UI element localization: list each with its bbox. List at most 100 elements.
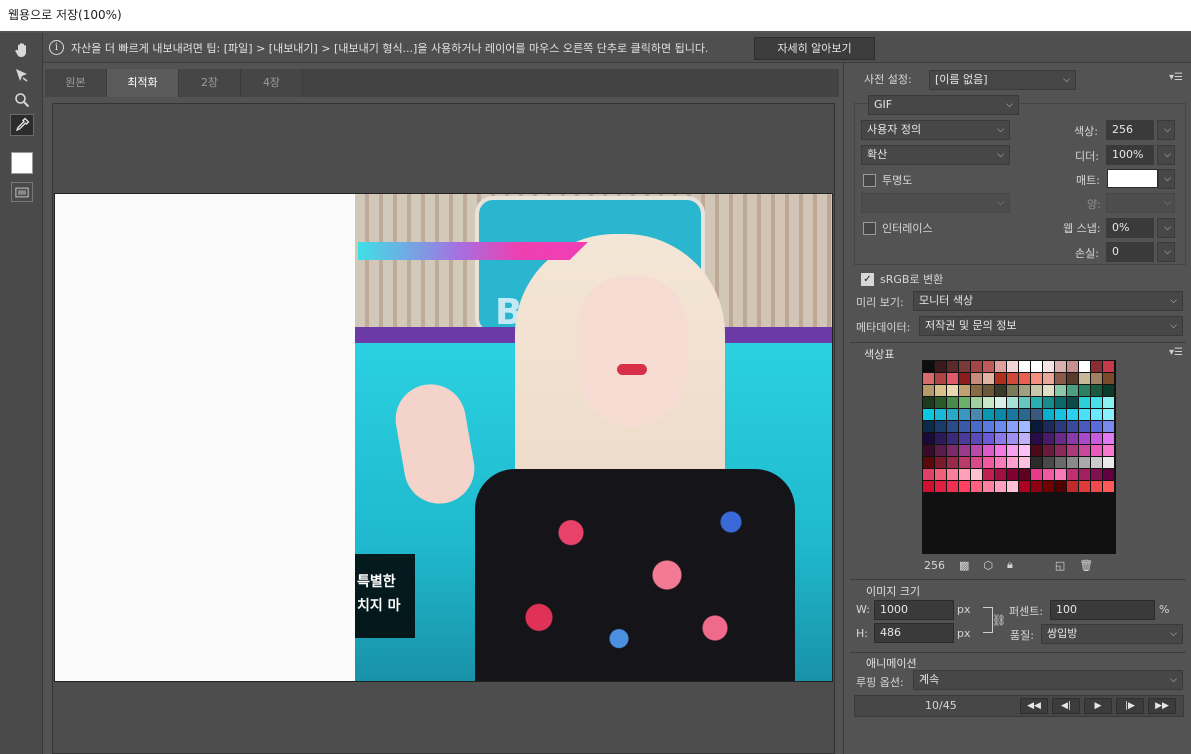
color-swatch[interactable] [1007,445,1018,456]
color-swatch[interactable] [995,481,1006,492]
color-swatch[interactable] [1067,433,1078,444]
color-swatch[interactable] [1103,421,1114,432]
color-swatch[interactable] [935,469,946,480]
color-swatch[interactable] [1031,409,1042,420]
color-swatch[interactable] [1031,469,1042,480]
color-swatch[interactable] [947,433,958,444]
color-swatch[interactable] [947,445,958,456]
color-swatch[interactable] [1019,421,1030,432]
color-swatch[interactable] [971,385,982,396]
color-swatch[interactable] [935,421,946,432]
color-swatch[interactable] [1043,397,1054,408]
color-swatch[interactable] [1019,373,1030,384]
color-swatch[interactable] [959,385,970,396]
web-snap-dropdown[interactable]: ⌵ [1157,218,1175,238]
trash-icon[interactable]: 🗑︎ [1079,559,1093,572]
next-frame-button[interactable]: |▶ [1116,698,1144,714]
tab-2-up[interactable]: 2장 [179,69,241,97]
color-swatch[interactable] [1103,469,1114,480]
color-swatch[interactable] [923,457,934,468]
color-swatch[interactable] [1019,469,1030,480]
color-swatch[interactable] [1031,421,1042,432]
color-swatch[interactable] [947,469,958,480]
color-swatch[interactable] [935,457,946,468]
preview-select[interactable]: 모니터 색상 ⌵ [913,291,1183,311]
color-swatch[interactable] [1079,385,1090,396]
color-swatch[interactable] [1079,421,1090,432]
color-swatch[interactable] [1019,385,1030,396]
color-table-menu-icon[interactable]: ▾☰ [1169,347,1183,358]
color-swatch[interactable] [983,361,994,372]
color-swatch[interactable] [1043,457,1054,468]
color-swatch[interactable] [1043,409,1054,420]
dither-algorithm-select[interactable]: 확산 ⌵ [861,145,1010,165]
color-swatch[interactable] [935,409,946,420]
color-swatch[interactable] [959,421,970,432]
srgb-checkbox[interactable]: ✓ [861,272,874,286]
color-swatch[interactable] [1007,409,1018,420]
color-swatch[interactable] [971,409,982,420]
color-swatch[interactable] [995,421,1006,432]
color-swatch[interactable] [971,361,982,372]
color-swatch[interactable] [1019,361,1030,372]
color-swatch[interactable] [1067,385,1078,396]
cube-icon[interactable]: ⬡ [983,559,993,572]
color-swatch[interactable] [923,469,934,480]
color-swatch[interactable] [1007,469,1018,480]
toggle-slices-visibility-icon[interactable] [11,182,33,202]
color-swatch[interactable] [935,373,946,384]
color-swatch[interactable] [1067,469,1078,480]
color-swatch[interactable] [995,361,1006,372]
color-swatch[interactable] [1043,469,1054,480]
color-swatch[interactable] [995,373,1006,384]
color-swatch[interactable] [947,385,958,396]
learn-more-button[interactable]: 자세히 알아보기 [754,37,875,60]
color-swatch[interactable] [995,409,1006,420]
color-swatch[interactable] [983,457,994,468]
color-swatch[interactable] [1019,457,1030,468]
eyedropper-color-swatch[interactable] [11,152,33,174]
color-swatch[interactable] [959,373,970,384]
tab-4-up[interactable]: 4장 [241,69,303,97]
color-swatch[interactable] [1007,385,1018,396]
color-swatch[interactable] [983,409,994,420]
color-swatch[interactable] [983,421,994,432]
color-swatch[interactable] [983,481,994,492]
first-frame-button[interactable]: ◀◀ [1020,698,1048,714]
color-swatch[interactable] [1055,373,1066,384]
color-swatch[interactable] [1007,361,1018,372]
color-swatch[interactable] [923,409,934,420]
color-swatch[interactable] [971,397,982,408]
color-swatch[interactable] [1043,385,1054,396]
dither-field[interactable]: 100% [1106,145,1154,165]
format-select[interactable]: GIF ⌵ [868,95,1019,115]
colors-field[interactable]: 256 [1106,120,1154,140]
color-swatch[interactable] [1103,481,1114,492]
color-swatch[interactable] [1019,433,1030,444]
color-swatch[interactable] [1043,481,1054,492]
color-swatch[interactable] [1007,373,1018,384]
color-swatch[interactable] [983,397,994,408]
tab-original[interactable]: 원본 [45,69,107,97]
color-swatch[interactable] [1103,373,1114,384]
color-swatch[interactable] [935,481,946,492]
color-swatch[interactable] [1055,433,1066,444]
color-swatch[interactable] [1067,445,1078,456]
color-swatch[interactable] [1007,481,1018,492]
color-swatch[interactable] [995,385,1006,396]
eyedropper-tool-icon[interactable] [10,114,34,136]
color-swatch[interactable] [959,433,970,444]
color-swatch[interactable] [1103,409,1114,420]
color-swatch[interactable] [1091,373,1102,384]
color-swatch[interactable] [1103,361,1114,372]
color-swatch[interactable] [947,481,958,492]
color-swatch[interactable] [983,445,994,456]
web-snap-field[interactable]: 0% [1106,218,1154,238]
color-swatch[interactable] [1055,361,1066,372]
color-swatch[interactable] [1007,397,1018,408]
color-swatch[interactable] [1031,481,1042,492]
image-preview[interactable]: BEA 특별한 치지 마 [54,193,833,682]
color-swatch[interactable] [1043,433,1054,444]
color-swatch[interactable] [1103,433,1114,444]
color-swatch[interactable] [1103,385,1114,396]
